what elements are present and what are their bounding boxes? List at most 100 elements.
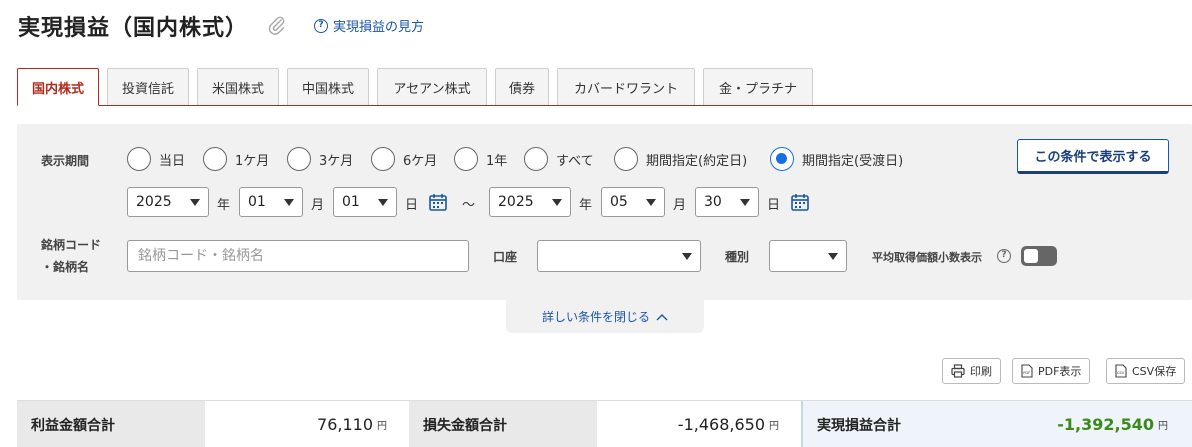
profit-total-label: 利益金額合計: [17, 401, 205, 447]
chevron-down-icon: [740, 199, 750, 206]
select-value: 2025: [498, 194, 534, 210]
svg-text:CSV: CSV: [1117, 371, 1125, 375]
radio-circle: [614, 147, 638, 171]
calendar-icon[interactable]: [428, 192, 448, 212]
chevron-down-icon: [552, 199, 562, 206]
year-unit: 年: [579, 198, 593, 213]
tab-asean-stocks[interactable]: アセアン株式: [377, 68, 487, 106]
collapse-conditions-button[interactable]: 詳しい条件を閉じる: [506, 300, 704, 333]
show-with-conditions-button[interactable]: この条件で表示する: [1017, 139, 1169, 174]
month-unit: 月: [673, 198, 687, 213]
select-value: 01: [342, 194, 360, 210]
radio-circle: [287, 147, 311, 171]
month-unit: 月: [311, 198, 325, 213]
code-label-line2: ・銘柄名: [41, 260, 90, 274]
yen-unit: 円: [377, 421, 387, 432]
radio-circle-selected: [770, 147, 794, 171]
radio-label: 6ケ月: [403, 153, 438, 169]
tab-bonds[interactable]: 債券: [495, 68, 549, 106]
select-value: 05: [610, 194, 628, 210]
account-select[interactable]: [537, 240, 701, 272]
radio-label: 3ケ月: [319, 153, 354, 169]
stock-code-input[interactable]: [127, 240, 469, 272]
tab-underline: [17, 105, 1192, 106]
loss-total-value: -1,468,650 円: [597, 401, 801, 447]
tab-gold-platinum[interactable]: 金・プラチナ: [703, 68, 813, 106]
help-link[interactable]: ? 実現損益の見方: [314, 16, 424, 35]
radio-range-settlement-date[interactable]: 期間指定(受渡日): [770, 147, 903, 171]
pdf-label: PDF表示: [1038, 365, 1082, 378]
from-day-select[interactable]: 01: [333, 187, 397, 217]
pdf-button[interactable]: PDF PDF表示: [1012, 358, 1091, 384]
tab-domestic-stocks[interactable]: 国内株式: [17, 68, 99, 106]
period-label: 表示期間: [41, 154, 90, 168]
pdf-file-icon: PDF: [1021, 364, 1033, 378]
radio-circle: [127, 147, 151, 171]
select-value: 30: [704, 194, 722, 210]
realized-total-value: -1,392,540 円: [1001, 401, 1192, 447]
decimal-display-toggle[interactable]: [1021, 246, 1057, 266]
calendar-icon[interactable]: [790, 192, 810, 212]
question-icon[interactable]: ?: [997, 249, 1011, 263]
printer-icon: [951, 364, 965, 378]
chevron-down-icon: [190, 199, 200, 206]
question-icon: ?: [314, 18, 328, 33]
kind-label: 種別: [725, 250, 750, 264]
help-link-label: 実現損益の見方: [333, 20, 425, 35]
to-month-select[interactable]: 05: [601, 187, 665, 217]
chevron-down-icon: [284, 199, 294, 206]
chevron-down-icon: [682, 253, 692, 260]
radio-circle: [454, 147, 478, 171]
radio-6-months[interactable]: 6ケ月: [371, 147, 437, 171]
radio-circle: [203, 147, 227, 171]
print-button[interactable]: 印刷: [942, 358, 1001, 384]
chevron-down-icon: [646, 199, 656, 206]
tab-covered-warrant[interactable]: カバードワラント: [557, 68, 695, 106]
radio-label: 1年: [486, 153, 508, 169]
range-tilde: ～: [462, 198, 476, 213]
collapse-label: 詳しい条件を閉じる: [541, 310, 650, 324]
decimal-display-label: 平均取得価額小数表示: [872, 251, 982, 264]
tab-us-stocks[interactable]: 米国株式: [197, 68, 279, 106]
radio-all[interactable]: すべて: [524, 147, 594, 171]
kind-select[interactable]: [769, 240, 847, 272]
yen-unit: 円: [769, 421, 779, 432]
csv-label: CSV保存: [1132, 365, 1177, 378]
account-label: 口座: [493, 250, 518, 264]
yen-unit: 円: [1158, 421, 1168, 432]
chevron-up-icon: [656, 313, 668, 320]
tab-investment-trust[interactable]: 投資信託: [107, 68, 189, 106]
select-value: 01: [248, 194, 266, 210]
chevron-down-icon: [378, 199, 388, 206]
radio-label: 当日: [159, 153, 186, 169]
radio-label: 期間指定(受渡日): [802, 153, 904, 169]
chevron-down-icon: [828, 253, 838, 260]
radio-label: 期間指定(約定日): [646, 153, 748, 169]
radio-circle: [524, 147, 548, 171]
radio-circle: [371, 147, 395, 171]
amount: 76,110: [317, 415, 373, 434]
paperclip-icon[interactable]: [266, 14, 288, 36]
radio-1-month[interactable]: 1ケ月: [203, 147, 269, 171]
radio-label: すべて: [556, 153, 594, 169]
print-label: 印刷: [970, 365, 992, 378]
year-unit: 年: [217, 198, 231, 213]
radio-today[interactable]: 当日: [127, 147, 185, 171]
tab-china-stocks[interactable]: 中国株式: [287, 68, 369, 106]
from-month-select[interactable]: 01: [239, 187, 303, 217]
filter-panel: 表示期間 当日 1ケ月 3ケ月 6ケ月 1年 すべて 期間指定(約定日) 期間指…: [17, 124, 1192, 300]
to-year-select[interactable]: 2025: [489, 187, 571, 217]
loss-total-label: 損失金額合計: [409, 401, 597, 447]
select-value: 2025: [136, 194, 172, 210]
csv-button[interactable]: CSV CSV保存: [1106, 358, 1186, 384]
csv-file-icon: CSV: [1115, 364, 1127, 378]
radio-3-months[interactable]: 3ケ月: [287, 147, 353, 171]
from-year-select[interactable]: 2025: [127, 187, 209, 217]
day-unit: 日: [405, 198, 419, 213]
summary-bar: 利益金額合計 76,110 円 損失金額合計 -1,468,650 円 実現損益合計…: [17, 400, 1192, 447]
svg-text:PDF: PDF: [1023, 371, 1030, 375]
radio-1-year[interactable]: 1年: [454, 147, 507, 171]
page-title: 実現損益（国内株式）: [18, 16, 249, 41]
to-day-select[interactable]: 30: [695, 187, 759, 217]
radio-range-trade-date[interactable]: 期間指定(約定日): [614, 147, 747, 171]
